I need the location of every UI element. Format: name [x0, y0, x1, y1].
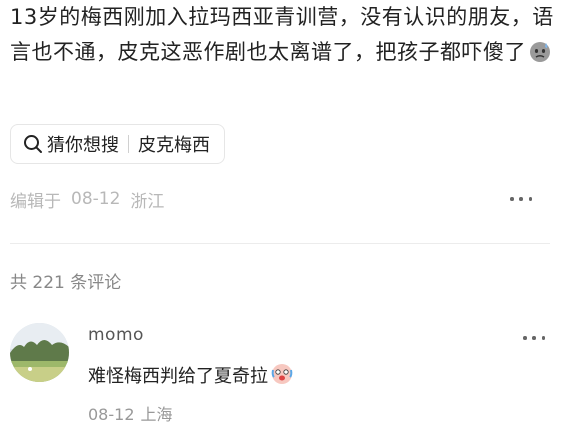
sweat-face-icon — [528, 39, 552, 74]
comment-meta: 08-12 上海 — [88, 401, 179, 425]
comment-date: 08-12 — [88, 405, 135, 424]
divider — [128, 135, 129, 153]
avatar[interactable] — [10, 323, 69, 382]
post-body: 13岁的梅西刚加入拉玛西亚青训营，没有认识的朋友，语言也不通，皮克这恶作剧也太离… — [10, 5, 554, 64]
search-query: 皮克梅西 — [138, 135, 210, 156]
comment-count-number: 221 — [32, 273, 65, 293]
comment-text: 难怪梅西判给了夏奇拉 — [88, 362, 294, 391]
comment-count-prefix: 共 — [10, 273, 27, 293]
post-text: 13岁的梅西刚加入拉玛西亚青训营，没有认识的朋友，语言也不通，皮克这恶作剧也太离… — [10, 0, 555, 74]
divider-line — [10, 243, 550, 244]
search-icon — [23, 134, 43, 154]
suggested-search-chip[interactable]: 猜你想搜 皮克梅西 — [10, 124, 225, 164]
crying-face-icon — [270, 362, 294, 391]
post-date: 08-12 — [71, 189, 121, 209]
post-meta: 编辑于 08-12 浙江 — [10, 185, 550, 213]
post-location: 浙江 — [130, 191, 165, 212]
post-more-icon[interactable] — [510, 194, 532, 204]
search-label: 猜你想搜 — [47, 135, 119, 156]
comment-count-suffix: 条评论 — [70, 273, 122, 293]
comment-more-icon[interactable] — [523, 333, 545, 343]
comment-count: 共 221 条评论 — [10, 268, 121, 293]
comment-location: 上海 — [140, 405, 173, 424]
edited-label: 编辑于 — [10, 191, 61, 212]
comment-body: 难怪梅西判给了夏奇拉 — [88, 366, 268, 387]
comment-username[interactable]: momo — [88, 325, 144, 345]
